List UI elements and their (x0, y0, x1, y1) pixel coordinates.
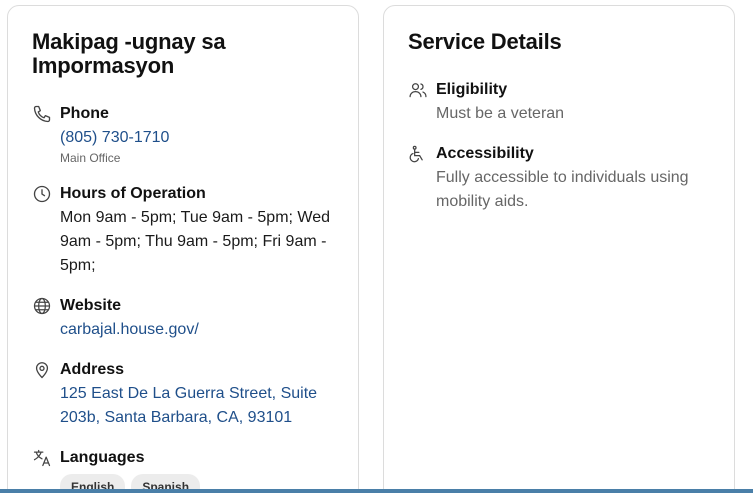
accessibility-label: Accessibility (436, 145, 534, 162)
location-pin-icon (32, 360, 52, 380)
phone-note: Main Office (60, 151, 121, 165)
service-details-title: Service Details (408, 29, 562, 54)
hours-value: Mon 9am - 5pm; Tue 9am - 5pm; Wed 9am - … (60, 209, 331, 274)
eligibility-value: Must be a veteran (436, 105, 565, 122)
hours-row: Hours of Operation Mon 9am - 5pm; Tue 9a… (32, 184, 342, 284)
clock-icon (32, 184, 52, 204)
eligibility-label: Eligibility (436, 81, 508, 98)
phone-link[interactable]: (805) 730-1710 (60, 126, 340, 150)
people-icon (408, 80, 428, 100)
contact-info-title: Makipag -ugnay sa Impormasyon (32, 29, 226, 78)
hours-label: Hours of Operation (60, 185, 206, 202)
bottom-accent-bar (0, 489, 753, 493)
accessibility-icon (408, 144, 428, 164)
phone-label: Phone (60, 105, 109, 122)
address-label: Address (60, 361, 125, 378)
languages-label: Languages (60, 449, 145, 466)
phone-row: Phone (805) 730-1710 Main Office (32, 104, 342, 166)
accessibility-row: Accessibility Fully accessible to indivi… (408, 144, 718, 220)
globe-icon (32, 296, 52, 316)
accessibility-value: Fully accessible to individuals using mo… (436, 169, 689, 210)
languages-row: Languages English Spanish (32, 448, 342, 493)
translate-icon (32, 448, 52, 468)
website-row: Website carbajal.house.gov/ (32, 296, 342, 346)
service-details-card: Service Details Eligibility Must be a ve… (383, 5, 735, 493)
website-link[interactable]: carbajal.house.gov/ (60, 318, 340, 342)
address-link[interactable]: 125 East De La Guerra Street, Suite 203b… (60, 382, 340, 430)
eligibility-row: Eligibility Must be a veteran (408, 80, 718, 130)
website-label: Website (60, 297, 122, 314)
address-row: Address 125 East De La Guerra Street, Su… (32, 360, 342, 436)
phone-icon (32, 104, 52, 124)
contact-info-card: Makipag -ugnay sa Impormasyon Phone (805… (7, 5, 359, 493)
